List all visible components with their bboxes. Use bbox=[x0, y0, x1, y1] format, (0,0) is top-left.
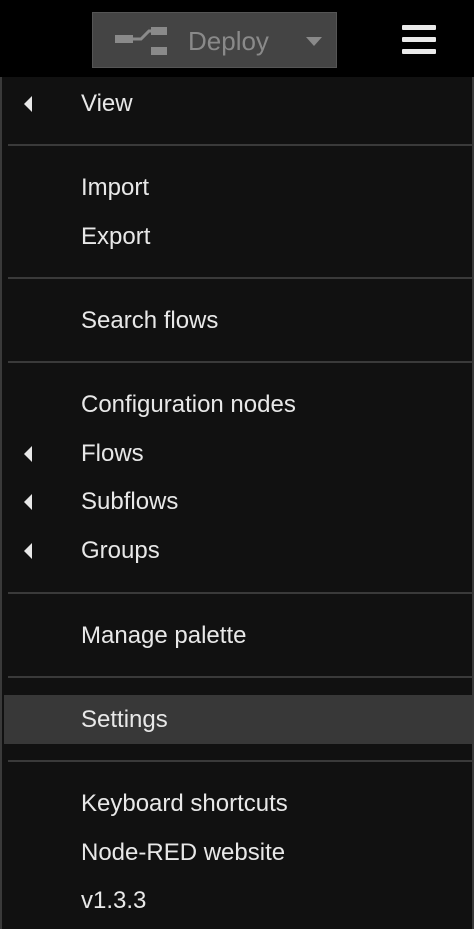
menu-item-search-flows[interactable]: Search flows bbox=[4, 296, 472, 345]
menu-item-version: v1.3.3 bbox=[4, 876, 472, 925]
menu-item-label: Subflows bbox=[81, 487, 179, 515]
menu-item-label: Manage palette bbox=[81, 621, 247, 649]
menu-divider bbox=[8, 361, 472, 363]
menu-item-manage-palette[interactable]: Manage palette bbox=[4, 611, 472, 660]
deploy-icon bbox=[115, 27, 167, 55]
menu-divider bbox=[8, 760, 472, 762]
main-menu-dropdown: View Import Export Search flows Configur… bbox=[0, 77, 474, 929]
menu-item-settings[interactable]: Settings bbox=[4, 695, 472, 744]
menu-divider bbox=[8, 277, 472, 279]
menu-item-export[interactable]: Export bbox=[4, 212, 472, 261]
menu-item-view[interactable]: View bbox=[4, 79, 472, 128]
menu-divider bbox=[8, 144, 472, 146]
deploy-button[interactable]: Deploy bbox=[92, 12, 337, 68]
menu-item-website[interactable]: Node-RED website bbox=[4, 828, 472, 877]
menu-item-label: Import bbox=[81, 173, 150, 201]
caret-left-icon bbox=[24, 493, 32, 510]
version-label: v1.3.3 bbox=[81, 886, 147, 914]
menu-item-label: Search flows bbox=[81, 306, 219, 334]
node-red-editor: Deploy View Import Export Search flows C… bbox=[0, 0, 474, 929]
menu-item-label: Node-RED website bbox=[81, 838, 286, 866]
menu-item-label: Export bbox=[81, 222, 151, 250]
caret-left-icon bbox=[24, 542, 32, 559]
menu-divider bbox=[8, 676, 472, 678]
menu-item-label: Flows bbox=[81, 439, 144, 467]
caret-left-icon bbox=[24, 95, 32, 112]
menu-item-label: Keyboard shortcuts bbox=[81, 789, 288, 817]
hamburger-menu-icon[interactable] bbox=[402, 25, 436, 55]
menu-divider bbox=[8, 592, 472, 594]
menu-item-subflows[interactable]: Subflows bbox=[4, 477, 472, 526]
deploy-label: Deploy bbox=[188, 26, 269, 56]
menu-item-flows[interactable]: Flows bbox=[4, 429, 472, 478]
caret-left-icon bbox=[24, 445, 32, 462]
menu-item-label: Configuration nodes bbox=[81, 390, 296, 418]
header-bar: Deploy bbox=[0, 0, 474, 77]
menu-item-label: Groups bbox=[81, 536, 160, 564]
chevron-down-icon[interactable] bbox=[306, 37, 322, 46]
menu-item-groups[interactable]: Groups bbox=[4, 526, 472, 575]
menu-item-label: View bbox=[81, 89, 133, 117]
menu-item-configuration-nodes[interactable]: Configuration nodes bbox=[4, 380, 472, 429]
menu-item-keyboard-shortcuts[interactable]: Keyboard shortcuts bbox=[4, 779, 472, 828]
menu-item-import[interactable]: Import bbox=[4, 163, 472, 212]
menu-item-label: Settings bbox=[81, 705, 168, 733]
